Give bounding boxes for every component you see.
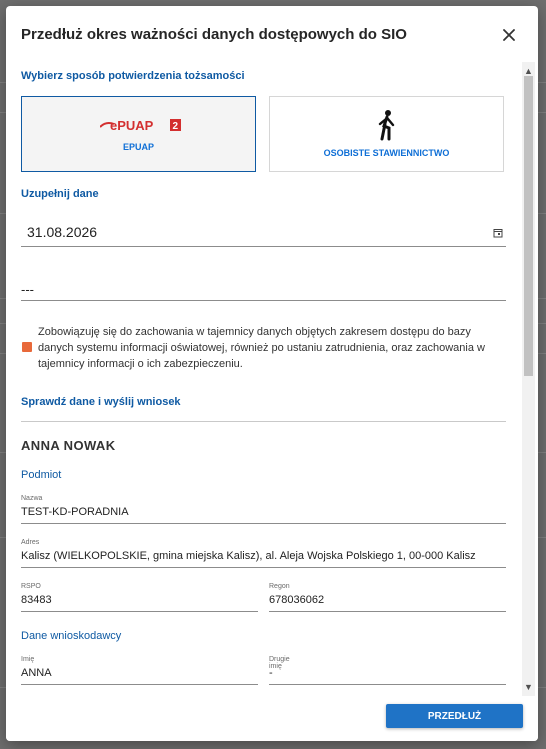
name-label: Nazwa <box>21 495 43 502</box>
review-heading: Sprawdź dane i wyślij wniosek <box>21 396 181 408</box>
method-label-epuap: EPUAP <box>122 142 154 152</box>
dialog-body[interactable]: Wybierz sposób potwierdzenia tożsamości … <box>6 62 538 696</box>
name-underline <box>21 523 506 524</box>
expiry-date-field[interactable]: 31.08.2026 <box>21 220 506 247</box>
address-underline <box>21 567 506 568</box>
method-card-in-person[interactable]: OSOBISTE STAWIENNICTWO <box>269 96 504 172</box>
method-label-in-person: OSOBISTE STAWIENNICTWO <box>323 148 450 158</box>
vertical-scrollbar[interactable]: ▲ ▼ <box>522 62 535 696</box>
first-name-value: ANNA <box>21 667 52 679</box>
rspo-underline <box>21 611 258 612</box>
name-value: TEST-KD-PORADNIA <box>21 506 129 518</box>
first-name-underline <box>21 684 258 685</box>
calendar-icon[interactable] <box>493 228 503 238</box>
rspo-label: RSPO <box>21 583 41 590</box>
regon-underline <box>269 611 506 612</box>
walking-person-icon <box>378 110 395 141</box>
secondary-field-value: --- <box>21 282 34 297</box>
fill-data-heading: Uzupełnij dane <box>21 188 99 200</box>
dialog-footer: PRZEDŁUŻ UPOWAŻNIENIE <box>6 696 538 741</box>
epuap-logo-badge: 2 <box>173 121 179 132</box>
expiry-date-value: 31.08.2026 <box>27 224 98 240</box>
applicant-heading: Dane wnioskodawcy <box>21 630 122 642</box>
scroll-down-arrow-icon[interactable]: ▼ <box>522 680 535 694</box>
close-button[interactable] <box>498 24 520 46</box>
person-name: ANNA NOWAK <box>21 438 116 453</box>
address-value: Kalisz (WIELKOPOLSKIE, gmina miejska Kal… <box>21 550 476 562</box>
entity-heading: Podmiot <box>21 469 62 481</box>
secondary-field[interactable]: --- <box>21 276 506 301</box>
rspo-value: 83483 <box>21 594 52 606</box>
consent-text: Zobowiązuję się do zachowania w tajemnic… <box>38 326 485 370</box>
review-divider <box>21 421 506 422</box>
epuap-logo-text: ePUAP <box>110 118 154 132</box>
regon-label: Regon <box>269 583 290 590</box>
address-label: Adres <box>21 539 40 546</box>
scrollbar-thumb[interactable] <box>524 76 533 376</box>
regon-value: 678036062 <box>269 594 325 606</box>
close-icon <box>503 29 515 41</box>
consent-checkbox[interactable] <box>22 342 32 352</box>
identity-heading: Wybierz sposób potwierdzenia tożsamości <box>21 70 245 82</box>
method-card-epuap[interactable]: ePUAP 2 EPUAP <box>21 96 256 172</box>
second-name-value: - <box>269 667 273 679</box>
epuap-logo: ePUAP 2 <box>100 118 181 132</box>
extend-authorization-button[interactable]: PRZEDŁUŻ UPOWAŻNIENIE <box>386 704 523 741</box>
dialog-title: Przedłuż okres ważności danych dostępowy… <box>21 26 407 43</box>
second-name-underline <box>269 684 506 685</box>
first-name-label: Imię <box>21 656 35 663</box>
dialog-header: Przedłuż okres ważności danych dostępowy… <box>6 6 538 62</box>
extend-access-dialog: Przedłuż okres ważności danych dostępowy… <box>6 6 538 741</box>
